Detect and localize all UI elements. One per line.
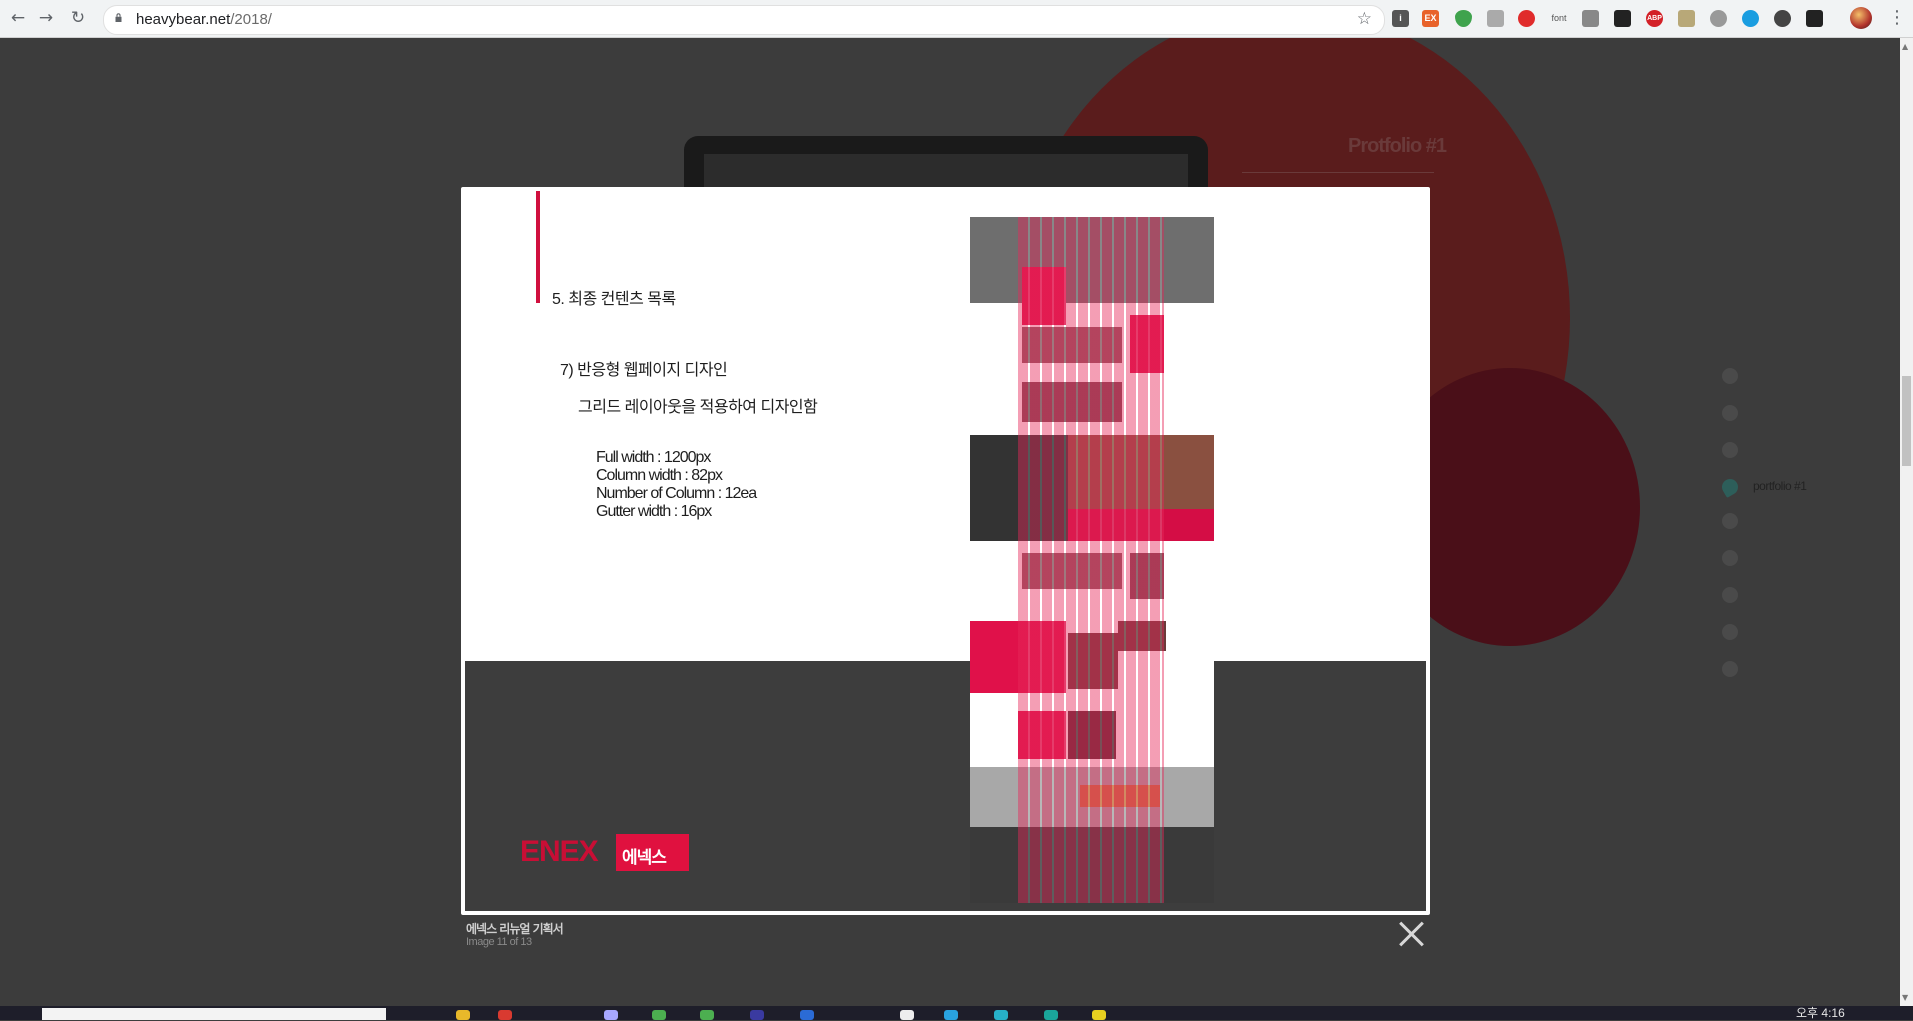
- extension-image-icon[interactable]: [1678, 10, 1695, 27]
- scroll-thumb[interactable]: [1902, 376, 1911, 466]
- bookmark-star-icon[interactable]: ☆: [1357, 9, 1372, 29]
- subsection-title: 7) 반응형 웹페이지 디자인: [560, 362, 728, 379]
- responsive-design-preview: [970, 217, 1214, 903]
- pinterest-icon[interactable]: [1774, 10, 1791, 27]
- url-host: heavybear.net: [136, 11, 231, 28]
- dot-nav-item[interactable]: [1722, 624, 1738, 640]
- app-taskbar-icon[interactable]: [1044, 1010, 1058, 1020]
- address-bar[interactable]: heavybear.net/2018/ ☆: [103, 5, 1385, 35]
- reload-icon[interactable]: ↻: [68, 8, 88, 28]
- url-text: heavybear.net/2018/: [136, 11, 272, 28]
- url-path: /2018/: [230, 11, 272, 28]
- extension-compass-icon[interactable]: [1710, 10, 1727, 27]
- dot-nav-item[interactable]: [1722, 405, 1738, 421]
- logo-en-text: ENEX: [520, 835, 599, 868]
- dot-nav-item[interactable]: [1722, 442, 1738, 458]
- app-taskbar-icon[interactable]: [652, 1010, 666, 1020]
- app-taskbar-icon[interactable]: [900, 1010, 914, 1020]
- extension-gray-icon[interactable]: [1487, 10, 1504, 27]
- spec-line: Column width : 82px: [596, 467, 723, 484]
- lightbox-caption-title: 에넥스 리뉴얼 기획서: [466, 922, 564, 936]
- os-taskbar: 오후 4:16: [0, 1006, 1913, 1020]
- logo-ko-text: 에넥스: [622, 848, 667, 868]
- profile-avatar[interactable]: [1850, 7, 1872, 29]
- page-scrollbar[interactable]: ▲ ▼: [1900, 38, 1913, 1006]
- dot-nav-item[interactable]: [1722, 368, 1738, 384]
- extension-window-icon[interactable]: [1582, 10, 1599, 27]
- scroll-down-icon[interactable]: ▼: [1902, 993, 1911, 1002]
- dot-nav-item[interactable]: [1722, 550, 1738, 566]
- extension-a-icon[interactable]: [1614, 10, 1631, 27]
- dot-nav-item[interactable]: [1722, 587, 1738, 603]
- lightbox-image: 5. 최종 컨텐츠 목록 7) 반응형 웹페이지 디자인 그리드 레이아웃을 적…: [465, 191, 1426, 911]
- app-taskbar-icon[interactable]: [700, 1010, 714, 1020]
- portfolio-heading: Protfolio #1: [1348, 135, 1447, 157]
- lock-icon: [115, 13, 122, 22]
- description-text: 그리드 레이아웃을 적용하여 디자인함: [578, 399, 818, 416]
- close-icon[interactable]: [1398, 920, 1426, 948]
- app-taskbar-icon[interactable]: [604, 1010, 618, 1020]
- spec-line: Gutter width : 16px: [596, 503, 712, 520]
- slide-dark-band: [465, 661, 1426, 911]
- browser-menu-icon[interactable]: ⋮: [1888, 8, 1906, 28]
- browser-toolbar: ← → ↻ heavybear.net/2018/ ☆ i EX font AB…: [0, 0, 1913, 38]
- font-extension-icon[interactable]: font: [1548, 10, 1570, 27]
- adblock-plus-icon[interactable]: ABP: [1646, 10, 1663, 27]
- dot-nav-item[interactable]: [1722, 661, 1738, 677]
- chrome-taskbar-icon[interactable]: [498, 1010, 512, 1020]
- dot-nav-item-active[interactable]: [1719, 476, 1741, 498]
- app-taskbar-icon[interactable]: [800, 1010, 814, 1020]
- enex-logo: ENEX 에넥스: [518, 834, 689, 871]
- extension-ex-icon[interactable]: EX: [1422, 10, 1439, 27]
- dot-nav-item[interactable]: [1722, 513, 1738, 529]
- extension-infinity-icon[interactable]: [1742, 10, 1759, 27]
- app-taskbar-icon[interactable]: [994, 1010, 1008, 1020]
- spec-line: Number of Column : 12ea: [596, 485, 757, 502]
- extension-i-icon[interactable]: i: [1392, 10, 1409, 27]
- column-grid-overlay: [1018, 217, 1164, 903]
- app-taskbar-icon[interactable]: [750, 1010, 764, 1020]
- spec-line: Full width : 1200px: [596, 449, 711, 466]
- app-taskbar-icon[interactable]: [1092, 1010, 1106, 1020]
- dot-nav-active-label: portfolio #1: [1753, 479, 1807, 493]
- shield-extension-icon[interactable]: [1455, 10, 1472, 27]
- back-icon[interactable]: ←: [8, 8, 28, 28]
- scroll-up-icon[interactable]: ▲: [1902, 42, 1911, 51]
- taskbar-clock: 오후 4:16: [1796, 1006, 1845, 1020]
- file-explorer-icon[interactable]: [456, 1010, 470, 1020]
- forward-icon[interactable]: →: [36, 8, 56, 28]
- extension-dark-icon[interactable]: [1806, 10, 1823, 27]
- app-taskbar-icon[interactable]: [944, 1010, 958, 1020]
- side-dot-navigation: portfolio #1: [1719, 368, 1900, 718]
- lightbox-image-counter: Image 11 of 13: [466, 936, 532, 948]
- section-title: 5. 최종 컨텐츠 목록: [552, 291, 676, 308]
- heading-divider: [1242, 172, 1434, 173]
- taskbar-search-box[interactable]: [42, 1008, 386, 1020]
- section-accent-bar: [536, 191, 540, 303]
- extension-red-circle-icon[interactable]: [1518, 10, 1535, 27]
- lightbox-modal: 5. 최종 컨텐츠 목록 7) 반응형 웹페이지 디자인 그리드 레이아웃을 적…: [461, 187, 1430, 915]
